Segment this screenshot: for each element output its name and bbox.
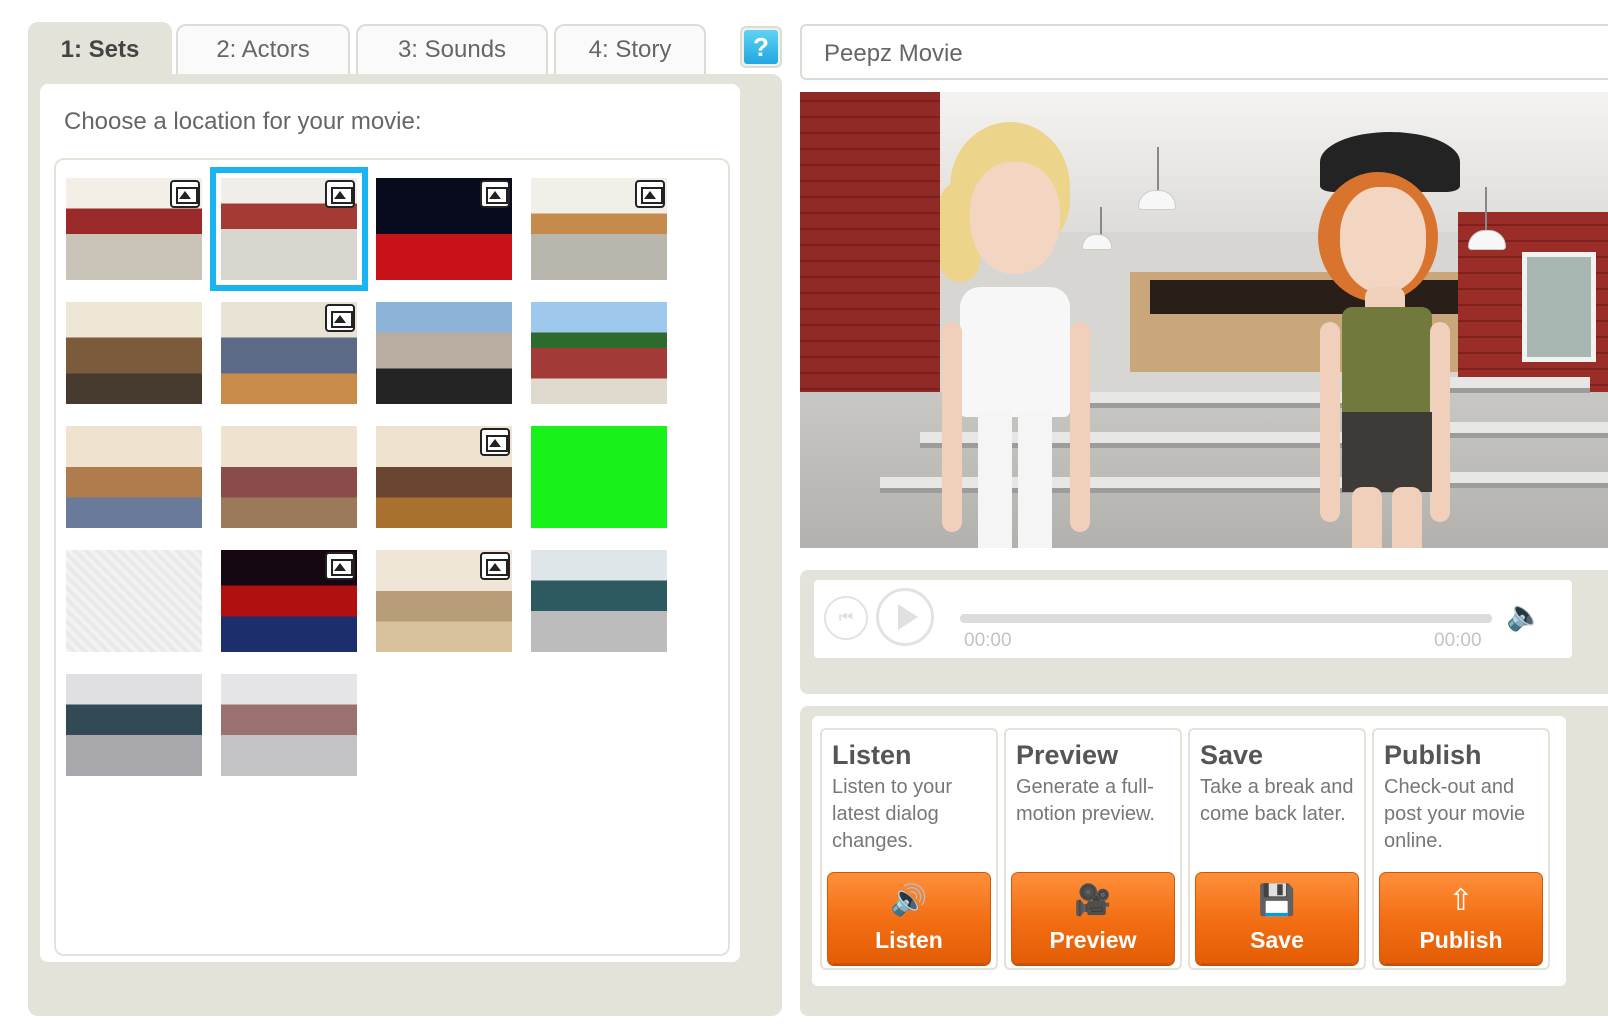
sets-prompt: Choose a location for your movie: bbox=[64, 108, 422, 135]
movie-player: ⏮ 00:00 00:00 🔈 bbox=[800, 570, 1608, 694]
set-thumbnail-bedroom-3[interactable] bbox=[376, 426, 512, 528]
set-thumbnail-bedroom-1[interactable] bbox=[66, 426, 202, 528]
save-icon: 💾 bbox=[1258, 884, 1296, 917]
button-label: Save bbox=[1250, 927, 1304, 953]
movie-preview bbox=[800, 92, 1608, 548]
set-thumbnail-school-exterior[interactable] bbox=[531, 302, 667, 404]
preview-button[interactable]: 🎥 Preview bbox=[1011, 872, 1175, 964]
action-description: Check-out and post your movie online. bbox=[1384, 776, 1526, 852]
set-thumbnail-library[interactable] bbox=[531, 178, 667, 280]
actions-panel: Listen Listen to your latest dialog chan… bbox=[800, 706, 1608, 1016]
movie-title-field[interactable]: Peepz Movie bbox=[800, 24, 1608, 80]
play-button[interactable] bbox=[876, 588, 934, 646]
image-icon bbox=[325, 552, 355, 580]
volume-icon[interactable]: 🔈 bbox=[1506, 598, 1552, 638]
set-thumbnail-ballroom-3[interactable] bbox=[221, 674, 357, 776]
button-label: Preview bbox=[1049, 927, 1137, 953]
action-title: Preview bbox=[1016, 740, 1119, 770]
tab-story[interactable]: 4: Story bbox=[554, 24, 706, 74]
set-thumbnail-grid bbox=[54, 158, 730, 956]
action-description: Take a break and come back later. bbox=[1200, 776, 1354, 825]
action-description: Generate a full-motion preview. bbox=[1016, 776, 1155, 825]
scene-lamp bbox=[1157, 147, 1159, 192]
action-title: Save bbox=[1200, 740, 1264, 770]
save-button[interactable]: 💾 Save bbox=[1195, 872, 1359, 964]
button-label: Publish bbox=[1419, 927, 1503, 953]
set-thumbnail-ballroom-1[interactable] bbox=[531, 550, 667, 652]
action-card-listen: Listen Listen to your latest dialog chan… bbox=[820, 728, 998, 970]
set-thumbnail-blank[interactable] bbox=[66, 550, 202, 652]
set-thumbnail-bedroom-2[interactable] bbox=[221, 426, 357, 528]
progress-bar[interactable] bbox=[960, 614, 1492, 623]
action-title: Listen bbox=[832, 740, 912, 770]
help-button[interactable]: ? bbox=[740, 26, 782, 68]
button-label: Listen bbox=[875, 927, 943, 953]
set-thumbnail-street[interactable] bbox=[376, 302, 512, 404]
rewind-icon[interactable]: ⏮ bbox=[824, 596, 868, 640]
set-thumbnail-lobby[interactable] bbox=[221, 302, 357, 404]
set-thumbnail-kitchen[interactable] bbox=[376, 550, 512, 652]
image-icon bbox=[480, 552, 510, 580]
listen-button[interactable]: 🔊 Listen bbox=[827, 872, 991, 964]
actor-blonde bbox=[930, 122, 1110, 548]
image-icon bbox=[325, 180, 355, 208]
tab-actors[interactable]: 2: Actors bbox=[176, 24, 350, 74]
action-card-preview: Preview Generate a full-motion preview. … bbox=[1004, 728, 1182, 970]
speaker-icon: 🔊 bbox=[890, 884, 928, 917]
action-description: Listen to your latest dialog changes. bbox=[832, 776, 953, 852]
scene-window bbox=[1522, 252, 1596, 362]
camera-icon: 🎥 bbox=[1074, 884, 1112, 917]
action-title: Publish bbox=[1384, 740, 1482, 770]
actions-container: Listen Listen to your latest dialog chan… bbox=[812, 716, 1566, 986]
image-icon bbox=[480, 428, 510, 456]
upload-icon: ⇧ bbox=[1448, 884, 1474, 917]
total-time: 00:00 bbox=[1434, 630, 1482, 651]
publish-button[interactable]: ⇧ Publish bbox=[1379, 872, 1543, 964]
image-icon bbox=[170, 180, 200, 208]
player-controls: ⏮ 00:00 00:00 🔈 bbox=[814, 580, 1572, 658]
help-icon: ? bbox=[744, 30, 778, 64]
action-card-save: Save Take a break and come back later. 💾… bbox=[1188, 728, 1366, 970]
set-thumbnail-ballroom-2[interactable] bbox=[66, 674, 202, 776]
current-time: 00:00 bbox=[964, 630, 1012, 651]
actor-redhead bbox=[1300, 132, 1490, 548]
set-thumbnail-cafeteria[interactable] bbox=[210, 167, 368, 291]
image-icon bbox=[635, 180, 665, 208]
tab-sounds[interactable]: 3: Sounds bbox=[356, 24, 548, 74]
set-thumbnail-living-room[interactable] bbox=[66, 302, 202, 404]
sets-panel: 1: Sets 2: Actors 3: Sounds 4: Story ? C… bbox=[28, 22, 782, 1016]
set-thumbnail-red-carpet[interactable] bbox=[376, 178, 512, 280]
image-icon bbox=[480, 180, 510, 208]
sets-card: Choose a location for your movie: bbox=[40, 84, 740, 962]
sets-tab-content: Choose a location for your movie: bbox=[28, 74, 782, 1016]
set-thumbnail-classroom[interactable] bbox=[66, 178, 202, 280]
set-thumbnail-club[interactable] bbox=[221, 550, 357, 652]
tab-bar: 1: Sets 2: Actors 3: Sounds 4: Story ? bbox=[28, 22, 782, 76]
set-thumbnail-green-screen[interactable] bbox=[531, 426, 667, 528]
tab-sets[interactable]: 1: Sets bbox=[28, 22, 172, 76]
action-card-publish: Publish Check-out and post your movie on… bbox=[1372, 728, 1550, 970]
image-icon bbox=[325, 304, 355, 332]
